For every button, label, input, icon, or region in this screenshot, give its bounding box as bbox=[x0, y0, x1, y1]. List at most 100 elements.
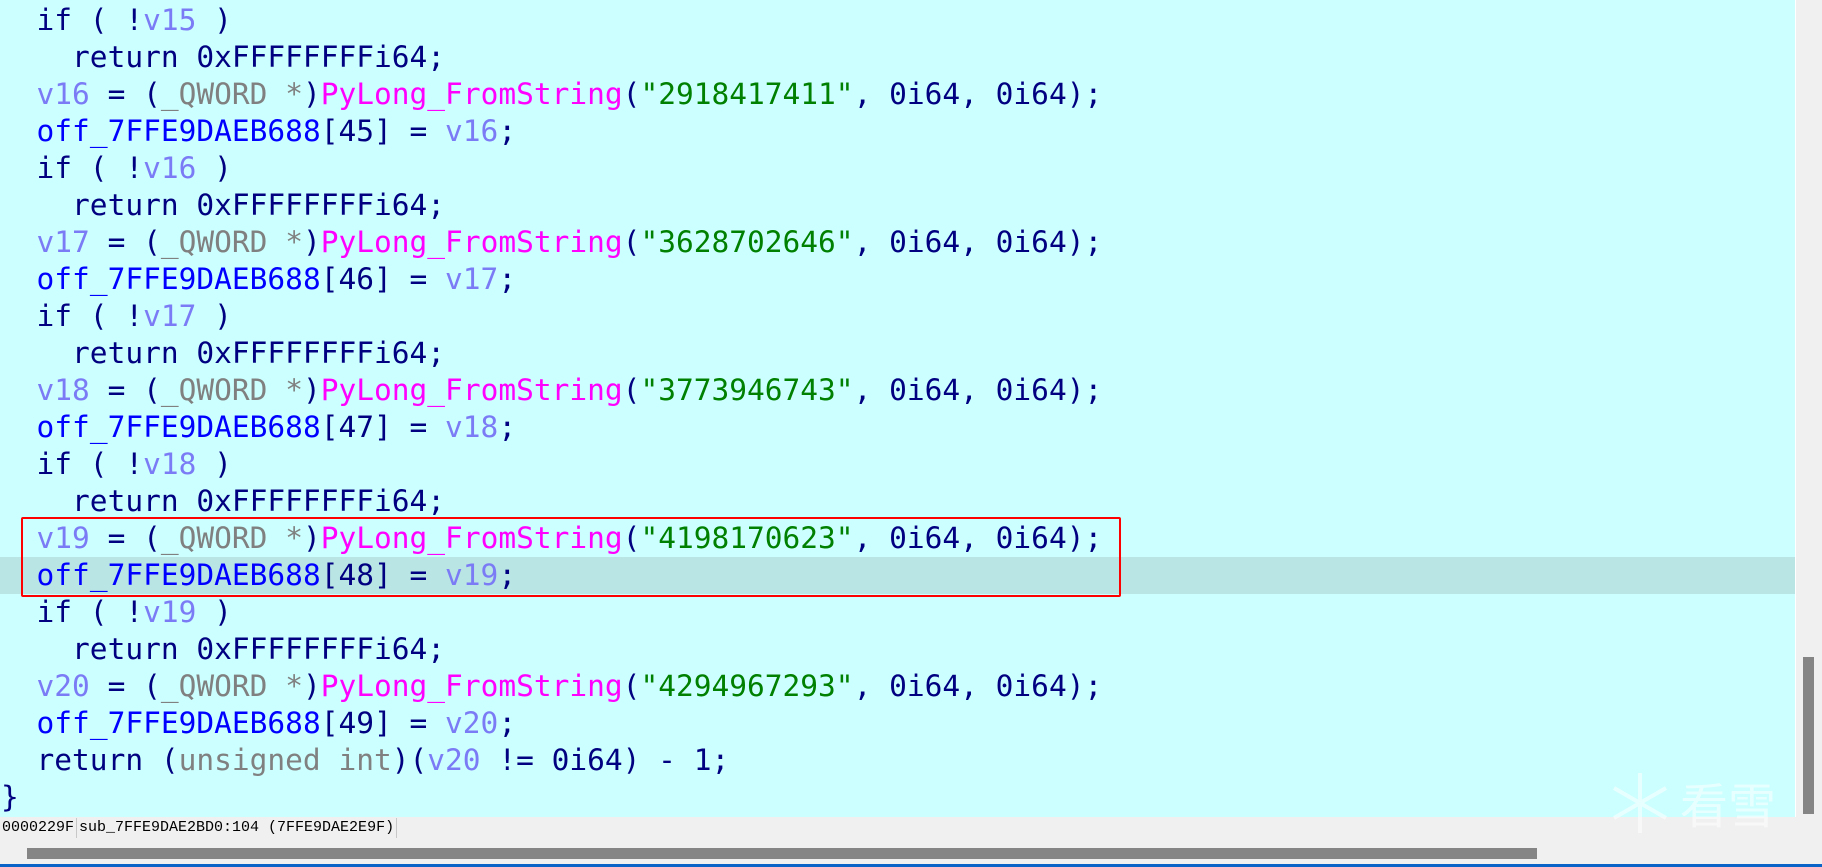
code-text: if ( ! bbox=[1, 447, 144, 481]
type-token: _QWORD * bbox=[160, 669, 303, 703]
variable-token[interactable]: v20 bbox=[427, 743, 480, 777]
code-line[interactable]: v20 = (_QWORD *)PyLong_FromString("42949… bbox=[0, 668, 1795, 705]
code-line[interactable]: return 0xFFFFFFFFi64; bbox=[0, 483, 1795, 520]
variable-token[interactable]: v17 bbox=[143, 299, 196, 333]
code-text: } bbox=[1, 780, 19, 814]
code-line[interactable]: v16 = (_QWORD *)PyLong_FromString("29184… bbox=[0, 76, 1795, 113]
code-text: = ( bbox=[89, 77, 161, 111]
code-text: ) bbox=[302, 373, 321, 407]
code-text: ( bbox=[622, 373, 641, 407]
variable-token[interactable]: v20 bbox=[445, 706, 498, 740]
code-line[interactable]: return 0xFFFFFFFFi64; bbox=[0, 39, 1795, 76]
code-text: ) bbox=[196, 447, 232, 481]
horizontal-scrollbar[interactable] bbox=[0, 840, 1795, 864]
code-text: ; bbox=[498, 410, 517, 444]
code-text: [49] = bbox=[320, 706, 446, 740]
code-text: if ( ! bbox=[1, 595, 144, 629]
code-line[interactable]: if ( !v18 ) bbox=[0, 446, 1795, 483]
code-text: [45] = bbox=[320, 114, 446, 148]
variable-token[interactable]: v17 bbox=[37, 225, 90, 259]
variable-token[interactable]: v18 bbox=[445, 410, 498, 444]
vertical-scroll-thumb[interactable] bbox=[1803, 657, 1814, 814]
code-line[interactable]: v17 = (_QWORD *)PyLong_FromString("36287… bbox=[0, 224, 1795, 261]
variable-token[interactable]: v18 bbox=[143, 447, 196, 481]
variable-token[interactable]: v16 bbox=[37, 77, 90, 111]
code-text: = ( bbox=[89, 669, 161, 703]
code-text: ; bbox=[498, 706, 517, 740]
code-line[interactable]: return 0xFFFFFFFFi64; bbox=[0, 335, 1795, 372]
code-line[interactable]: v18 = (_QWORD *)PyLong_FromString("37739… bbox=[0, 372, 1795, 409]
code-text: if ( ! bbox=[1, 3, 144, 37]
global-token[interactable]: off_7FFE9DAEB688 bbox=[37, 706, 321, 740]
code-line[interactable]: if ( !v19 ) bbox=[0, 594, 1795, 631]
code-text: ) bbox=[302, 225, 321, 259]
function-token[interactable]: PyLong_FromString bbox=[321, 225, 623, 259]
code-text: ; bbox=[498, 114, 517, 148]
variable-token[interactable]: v19 bbox=[143, 595, 196, 629]
code-line[interactable]: off_7FFE9DAEB688[46] = v17; bbox=[0, 261, 1795, 298]
variable-token[interactable]: v16 bbox=[143, 151, 196, 185]
pseudocode-view[interactable]: if ( !v15 ) return 0xFFFFFFFFi64; v16 = … bbox=[0, 0, 1796, 817]
code-text: != 0i64) - 1; bbox=[480, 743, 730, 777]
code-text: return 0xFFFFFFFFi64; bbox=[1, 40, 446, 74]
function-token[interactable]: PyLong_FromString bbox=[321, 373, 623, 407]
code-line[interactable]: if ( !v15 ) bbox=[0, 2, 1795, 39]
variable-token[interactable]: v15 bbox=[143, 3, 196, 37]
code-text: if ( ! bbox=[1, 151, 144, 185]
variable-token[interactable]: v17 bbox=[445, 262, 498, 296]
code-line[interactable]: return 0xFFFFFFFFi64; bbox=[0, 631, 1795, 668]
code-line[interactable]: return (unsigned int)(v20 != 0i64) - 1; bbox=[0, 742, 1795, 779]
vertical-scrollbar[interactable] bbox=[1797, 0, 1822, 817]
string-literal: "4294967293" bbox=[640, 669, 854, 703]
code-line[interactable]: if ( !v17 ) bbox=[0, 298, 1795, 335]
string-literal: "3628702646" bbox=[640, 225, 854, 259]
code-text: ( bbox=[622, 225, 641, 259]
code-text: ) bbox=[196, 595, 232, 629]
horizontal-scroll-thumb[interactable] bbox=[27, 848, 1537, 859]
status-offset: 0000229F bbox=[0, 818, 78, 838]
code-text: [47] = bbox=[320, 410, 446, 444]
type-token: _QWORD * bbox=[160, 77, 303, 111]
variable-token[interactable]: v18 bbox=[37, 373, 90, 407]
code-text: )( bbox=[391, 743, 428, 777]
code-line[interactable]: if ( !v16 ) bbox=[0, 150, 1795, 187]
function-token[interactable]: PyLong_FromString bbox=[321, 669, 623, 703]
code-text: , 0i64, 0i64); bbox=[853, 373, 1103, 407]
code-text: , 0i64, 0i64); bbox=[853, 77, 1103, 111]
status-bar: 0000229F sub_7FFE9DAE2BD0:104 (7FFE9DAE2E… bbox=[0, 818, 1822, 838]
code-text: return 0xFFFFFFFFi64; bbox=[1, 336, 446, 370]
code-text: return 0xFFFFFFFFi64; bbox=[1, 484, 446, 518]
code-line[interactable]: return 0xFFFFFFFFi64; bbox=[0, 187, 1795, 224]
code-line[interactable]: off_7FFE9DAEB688[47] = v18; bbox=[0, 409, 1795, 446]
status-location: sub_7FFE9DAE2BD0:104 (7FFE9DAE2E9F) bbox=[77, 818, 398, 838]
svg-text:看雪: 看雪 bbox=[1680, 779, 1776, 835]
code-text: return 0xFFFFFFFFi64; bbox=[1, 632, 446, 666]
global-token[interactable]: off_7FFE9DAEB688 bbox=[37, 410, 321, 444]
code-text: [46] = bbox=[320, 262, 446, 296]
code-text: ; bbox=[498, 262, 517, 296]
global-token[interactable]: off_7FFE9DAEB688 bbox=[37, 262, 321, 296]
annotation-highlight-box bbox=[21, 517, 1121, 597]
code-line[interactable]: off_7FFE9DAEB688[45] = v16; bbox=[0, 113, 1795, 150]
code-text: = ( bbox=[89, 373, 161, 407]
code-text: ) bbox=[196, 151, 232, 185]
code-text: ) bbox=[196, 299, 232, 333]
code-text: , 0i64, 0i64); bbox=[853, 669, 1103, 703]
code-line[interactable]: } bbox=[0, 779, 1795, 816]
variable-token[interactable]: v16 bbox=[445, 114, 498, 148]
global-token[interactable]: off_7FFE9DAEB688 bbox=[37, 114, 321, 148]
function-token[interactable]: PyLong_FromString bbox=[321, 77, 623, 111]
code-line[interactable]: off_7FFE9DAEB688[49] = v20; bbox=[0, 705, 1795, 742]
code-text: return ( bbox=[1, 743, 179, 777]
code-text: ( bbox=[622, 77, 641, 111]
watermark-logo: 看雪 bbox=[1613, 773, 1776, 835]
variable-token[interactable]: v20 bbox=[37, 669, 90, 703]
